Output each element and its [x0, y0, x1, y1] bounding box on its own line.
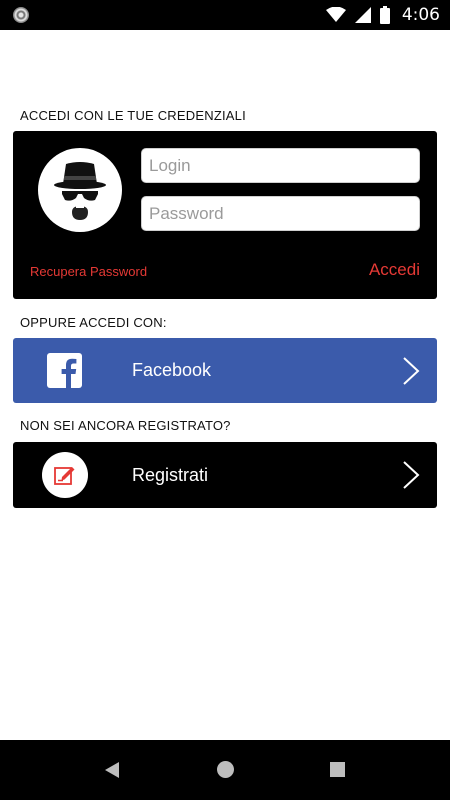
social-section-label: OPPURE ACCEDI CON: [20, 315, 167, 330]
status-icons: 4:06 [325, 0, 440, 30]
facebook-login-button[interactable]: Facebook [13, 338, 437, 403]
login-section-label: ACCEDI CON LE TUE CREDENZIALI [20, 108, 246, 123]
register-section-label: NON SEI ANCORA REGISTRATO? [20, 418, 231, 433]
navigation-bar [0, 740, 450, 800]
status-bar: 4:06 [0, 0, 450, 30]
status-time: 4:06 [401, 5, 440, 25]
hat-and-sunglasses-avatar-icon [38, 148, 122, 232]
facebook-button-label: Facebook [132, 360, 212, 380]
wifi-icon [325, 7, 346, 22]
app-notification-icon [13, 7, 29, 23]
cellular-signal-icon [354, 7, 371, 23]
recover-password-link[interactable]: Recupera Password [30, 264, 147, 279]
login-field[interactable] [141, 148, 420, 183]
chevron-right-icon [403, 357, 420, 385]
register-button[interactable]: Registrati [13, 442, 437, 508]
recents-icon[interactable] [330, 762, 345, 777]
battery-icon [379, 6, 390, 24]
password-field[interactable] [141, 196, 420, 231]
chevron-right-icon [403, 461, 420, 489]
login-screen: 4:06 ACCEDI CON LE TUE CREDENZIALI Recup… [0, 0, 450, 800]
edit-note-icon [42, 452, 88, 498]
login-card: Recupera Password Accedi [13, 131, 437, 299]
facebook-icon [47, 353, 82, 388]
home-icon[interactable] [217, 761, 234, 778]
back-icon[interactable] [104, 761, 120, 779]
register-button-label: Registrati [132, 464, 209, 485]
login-button[interactable]: Accedi [369, 260, 420, 280]
